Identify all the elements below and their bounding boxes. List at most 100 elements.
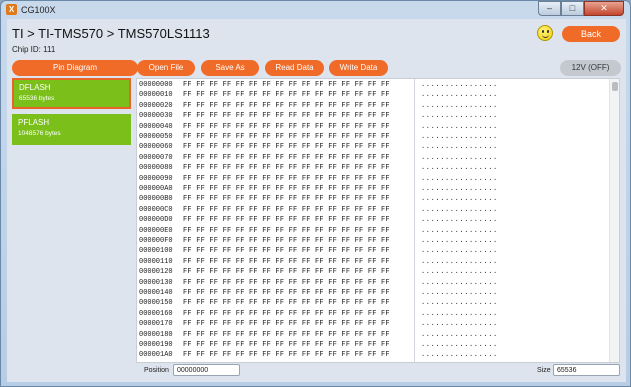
- hex-bytes[interactable]: FF FF FF FF FF FF FF FF FF FF FF FF FF F…: [183, 268, 390, 277]
- hex-ascii[interactable]: ................: [421, 299, 498, 308]
- hex-ascii[interactable]: ................: [421, 185, 498, 194]
- hex-row[interactable]: 00000090 FF FF FF FF FF FF FF FF FF FF FF…: [137, 175, 607, 184]
- hex-ascii[interactable]: ................: [421, 310, 498, 319]
- hex-bytes[interactable]: FF FF FF FF FF FF FF FF FF FF FF FF FF F…: [183, 154, 390, 163]
- maximize-button[interactable]: □: [561, 1, 584, 16]
- hex-row[interactable]: 000001A0 FF FF FF FF FF FF FF FF FF FF FF…: [137, 351, 607, 360]
- hex-bytes[interactable]: FF FF FF FF FF FF FF FF FF FF FF FF FF F…: [183, 237, 390, 246]
- hex-ascii[interactable]: ................: [421, 320, 498, 329]
- hex-ascii[interactable]: ................: [421, 237, 498, 246]
- hex-row[interactable]: 000000E0 FF FF FF FF FF FF FF FF FF FF FF…: [137, 227, 607, 236]
- save-as-button[interactable]: Save As: [201, 60, 259, 76]
- hex-bytes[interactable]: FF FF FF FF FF FF FF FF FF FF FF FF FF F…: [183, 185, 390, 194]
- hex-row[interactable]: 000000B0 FF FF FF FF FF FF FF FF FF FF FF…: [137, 195, 607, 204]
- hex-row[interactable]: 00000030 FF FF FF FF FF FF FF FF FF FF FF…: [137, 112, 607, 121]
- hex-row[interactable]: 00000010 FF FF FF FF FF FF FF FF FF FF FF…: [137, 91, 607, 100]
- hex-row[interactable]: 00000040 FF FF FF FF FF FF FF FF FF FF FF…: [137, 123, 607, 132]
- hex-ascii[interactable]: ................: [421, 216, 498, 225]
- hex-bytes[interactable]: FF FF FF FF FF FF FF FF FF FF FF FF FF F…: [183, 310, 390, 319]
- hex-ascii[interactable]: ................: [421, 341, 498, 350]
- hex-ascii[interactable]: ................: [421, 289, 498, 298]
- close-button[interactable]: ✕: [584, 1, 624, 16]
- hex-ascii[interactable]: ................: [421, 91, 498, 100]
- hex-bytes[interactable]: FF FF FF FF FF FF FF FF FF FF FF FF FF F…: [183, 320, 390, 329]
- hex-ascii[interactable]: ................: [421, 351, 498, 360]
- hex-ascii[interactable]: ................: [421, 175, 498, 184]
- hex-row[interactable]: 00000140 FF FF FF FF FF FF FF FF FF FF FF…: [137, 289, 607, 298]
- hex-row[interactable]: 00000070 FF FF FF FF FF FF FF FF FF FF FF…: [137, 154, 607, 163]
- hex-row[interactable]: 00000120 FF FF FF FF FF FF FF FF FF FF FF…: [137, 268, 607, 277]
- hex-ascii[interactable]: ................: [421, 195, 498, 204]
- hex-address: 00000160: [139, 309, 173, 318]
- hex-ascii[interactable]: ................: [421, 279, 498, 288]
- hex-bytes[interactable]: FF FF FF FF FF FF FF FF FF FF FF FF FF F…: [183, 164, 390, 173]
- hex-bytes[interactable]: FF FF FF FF FF FF FF FF FF FF FF FF FF F…: [183, 123, 390, 132]
- hex-bytes[interactable]: FF FF FF FF FF FF FF FF FF FF FF FF FF F…: [183, 227, 390, 236]
- hex-bytes[interactable]: FF FF FF FF FF FF FF FF FF FF FF FF FF F…: [183, 299, 390, 308]
- hex-row[interactable]: 00000020 FF FF FF FF FF FF FF FF FF FF FF…: [137, 102, 607, 111]
- hex-bytes[interactable]: FF FF FF FF FF FF FF FF FF FF FF FF FF F…: [183, 341, 390, 350]
- vertical-scrollbar[interactable]: [609, 79, 619, 362]
- hex-row[interactable]: 00000000 FF FF FF FF FF FF FF FF FF FF FF…: [137, 81, 607, 90]
- hex-bytes[interactable]: FF FF FF FF FF FF FF FF FF FF FF FF FF F…: [183, 91, 390, 100]
- hex-bytes[interactable]: FF FF FF FF FF FF FF FF FF FF FF FF FF F…: [183, 102, 390, 111]
- hex-row[interactable]: 000000F0 FF FF FF FF FF FF FF FF FF FF FF…: [137, 237, 607, 246]
- hex-ascii[interactable]: ................: [421, 143, 498, 152]
- hex-bytes[interactable]: FF FF FF FF FF FF FF FF FF FF FF FF FF F…: [183, 143, 390, 152]
- hex-ascii[interactable]: ................: [421, 258, 498, 267]
- hex-ascii[interactable]: ................: [421, 123, 498, 132]
- hex-ascii[interactable]: ................: [421, 331, 498, 340]
- back-button[interactable]: Back: [562, 26, 620, 42]
- hex-ascii[interactable]: ................: [421, 268, 498, 277]
- hex-bytes[interactable]: FF FF FF FF FF FF FF FF FF FF FF FF FF F…: [183, 195, 390, 204]
- hex-row[interactable]: 00000110 FF FF FF FF FF FF FF FF FF FF FF…: [137, 258, 607, 267]
- hex-row[interactable]: 00000190 FF FF FF FF FF FF FF FF FF FF FF…: [137, 341, 607, 350]
- hex-row[interactable]: 00000180 FF FF FF FF FF FF FF FF FF FF FF…: [137, 331, 607, 340]
- hex-ascii[interactable]: ................: [421, 227, 498, 236]
- minimize-button[interactable]: –: [538, 1, 561, 16]
- hex-row[interactable]: 00000100 FF FF FF FF FF FF FF FF FF FF FF…: [137, 247, 607, 256]
- pin-diagram-button[interactable]: Pin Diagram: [12, 60, 138, 76]
- hex-row[interactable]: 00000150 FF FF FF FF FF FF FF FF FF FF FF…: [137, 299, 607, 308]
- hex-bytes[interactable]: FF FF FF FF FF FF FF FF FF FF FF FF FF F…: [183, 351, 390, 360]
- hex-editor[interactable]: 00000000 FF FF FF FF FF FF FF FF FF FF FF…: [136, 78, 620, 363]
- hex-row[interactable]: 00000170 FF FF FF FF FF FF FF FF FF FF FF…: [137, 320, 607, 329]
- hex-bytes[interactable]: FF FF FF FF FF FF FF FF FF FF FF FF FF F…: [183, 216, 390, 225]
- hex-bytes[interactable]: FF FF FF FF FF FF FF FF FF FF FF FF FF F…: [183, 279, 390, 288]
- hex-row[interactable]: 00000130 FF FF FF FF FF FF FF FF FF FF FF…: [137, 279, 607, 288]
- read-data-button[interactable]: Read Data: [265, 60, 324, 76]
- size-input[interactable]: [553, 364, 620, 376]
- hex-row[interactable]: 00000050 FF FF FF FF FF FF FF FF FF FF FF…: [137, 133, 607, 142]
- title-bar[interactable]: X CG100X – □ ✕: [1, 1, 630, 19]
- hex-row[interactable]: 00000060 FF FF FF FF FF FF FF FF FF FF FF…: [137, 143, 607, 152]
- hex-row[interactable]: 000000D0 FF FF FF FF FF FF FF FF FF FF FF…: [137, 216, 607, 225]
- hex-bytes[interactable]: FF FF FF FF FF FF FF FF FF FF FF FF FF F…: [183, 247, 390, 256]
- hex-bytes[interactable]: FF FF FF FF FF FF FF FF FF FF FF FF FF F…: [183, 331, 390, 340]
- hex-ascii[interactable]: ................: [421, 81, 498, 90]
- hex-bytes[interactable]: FF FF FF FF FF FF FF FF FF FF FF FF FF F…: [183, 81, 390, 90]
- hex-row[interactable]: 000000A0 FF FF FF FF FF FF FF FF FF FF FF…: [137, 185, 607, 194]
- write-data-button[interactable]: Write Data: [329, 60, 388, 76]
- hex-ascii[interactable]: ................: [421, 206, 498, 215]
- hex-ascii[interactable]: ................: [421, 164, 498, 173]
- hex-ascii[interactable]: ................: [421, 154, 498, 163]
- hex-bytes[interactable]: FF FF FF FF FF FF FF FF FF FF FF FF FF F…: [183, 289, 390, 298]
- hex-ascii[interactable]: ................: [421, 112, 498, 121]
- hex-row[interactable]: 00000160 FF FF FF FF FF FF FF FF FF FF FF…: [137, 310, 607, 319]
- hex-bytes[interactable]: FF FF FF FF FF FF FF FF FF FF FF FF FF F…: [183, 175, 390, 184]
- hex-ascii[interactable]: ................: [421, 247, 498, 256]
- hex-ascii[interactable]: ................: [421, 102, 498, 111]
- open-file-button[interactable]: Open File: [137, 60, 195, 76]
- hex-ascii[interactable]: ................: [421, 133, 498, 142]
- hex-bytes[interactable]: FF FF FF FF FF FF FF FF FF FF FF FF FF F…: [183, 258, 390, 267]
- memory-item-pflash[interactable]: PFLASH 1048576 bytes: [12, 114, 131, 145]
- hex-bytes[interactable]: FF FF FF FF FF FF FF FF FF FF FF FF FF F…: [183, 112, 390, 121]
- scroll-thumb[interactable]: [612, 82, 618, 91]
- hex-bytes[interactable]: FF FF FF FF FF FF FF FF FF FF FF FF FF F…: [183, 133, 390, 142]
- hex-row[interactable]: 00000080 FF FF FF FF FF FF FF FF FF FF FF…: [137, 164, 607, 173]
- position-input[interactable]: [173, 364, 240, 376]
- voltage-toggle-button[interactable]: 12V (OFF): [560, 60, 621, 76]
- hex-bytes[interactable]: FF FF FF FF FF FF FF FF FF FF FF FF FF F…: [183, 206, 390, 215]
- hex-row[interactable]: 000000C0 FF FF FF FF FF FF FF FF FF FF FF…: [137, 206, 607, 215]
- memory-item-dflash[interactable]: DFLASH 65536 bytes: [12, 78, 131, 109]
